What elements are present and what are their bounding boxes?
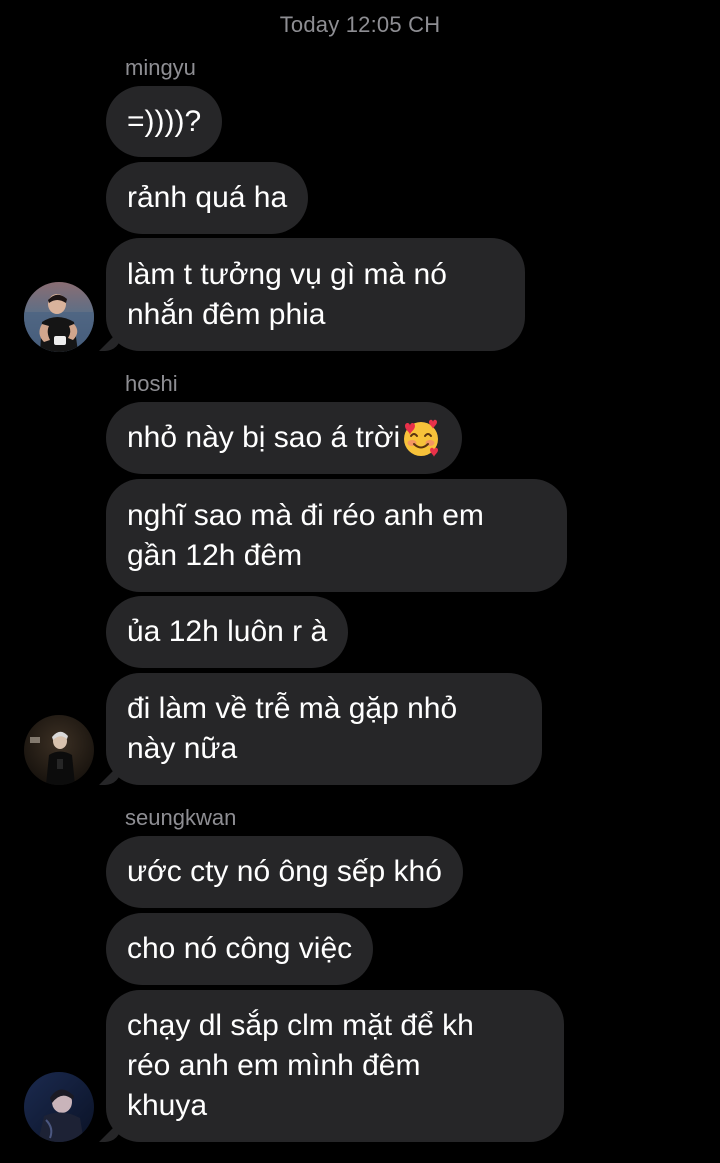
message-text-line: gần 12h đêm [127, 538, 303, 572]
smiling-face-with-hearts-icon [404, 419, 439, 457]
message-bubble[interactable]: nhỏ này bị sao á trời [106, 402, 463, 474]
message-bubble[interactable]: nghĩ sao mà đi réo anh em gần 12h đêm [106, 479, 567, 592]
message-text-line: làm t tưởng vụ gì mà nó [127, 257, 447, 291]
avatar-seungkwan[interactable] [24, 1072, 94, 1142]
message-bubble[interactable]: =))))? [106, 86, 223, 157]
avatar-mingyu[interactable] [24, 282, 94, 352]
message-text-line: nhắn đêm phia [127, 297, 326, 331]
message-text-line: đi làm về trễ mà gặp nhỏ [127, 692, 458, 725]
conversation-timestamp: Today 12:05 CH [279, 12, 441, 37]
message-bubble[interactable]: làm t tưởng vụ gì mà nó nhắn đêm phia [106, 238, 525, 351]
message-bubble[interactable]: ủa 12h luôn r à [106, 596, 349, 668]
sender-name-seungkwan: seungkwan [125, 805, 237, 830]
user-avatar-seungkwan-icon [24, 1072, 94, 1142]
message-text: cho nó công việc [127, 932, 353, 965]
message-bubble[interactable]: rảnh quá ha [106, 162, 309, 234]
message-text-line: khuya [127, 1089, 208, 1122]
sender-name-hoshi: hoshi [125, 371, 178, 396]
message-text: ủa 12h luôn r à [127, 615, 328, 648]
message-text: nhỏ này bị sao á trời [127, 421, 401, 454]
message-text-line: réo anh em mình đêm [127, 1049, 421, 1082]
message-text-line: nghĩ sao mà đi réo anh em [127, 498, 484, 532]
message-bubble[interactable]: chạy dl sắp clm mặt để kh réo anh em mìn… [106, 990, 564, 1142]
user-avatar-mingyu-icon [24, 282, 94, 352]
message-text: =))))? [127, 104, 202, 138]
message-bubble[interactable]: cho nó công việc [106, 913, 374, 985]
avatar-hoshi[interactable] [24, 715, 94, 785]
message-text: ước cty nó ông sếp khó [127, 855, 442, 888]
sender-name-mingyu: mingyu [125, 55, 196, 80]
user-avatar-hoshi-icon [24, 715, 94, 785]
message-text: rảnh quá ha [127, 181, 288, 214]
message-text-line: chạy dl sắp clm mặt để kh [127, 1009, 474, 1042]
previous-message-fragment [0, 0, 720, 4]
message-text-line: này nữa [127, 732, 238, 765]
message-bubble[interactable]: ước cty nó ông sếp khó [106, 836, 463, 908]
message-bubble[interactable]: đi làm về trễ mà gặp nhỏ này nữa [106, 673, 542, 785]
